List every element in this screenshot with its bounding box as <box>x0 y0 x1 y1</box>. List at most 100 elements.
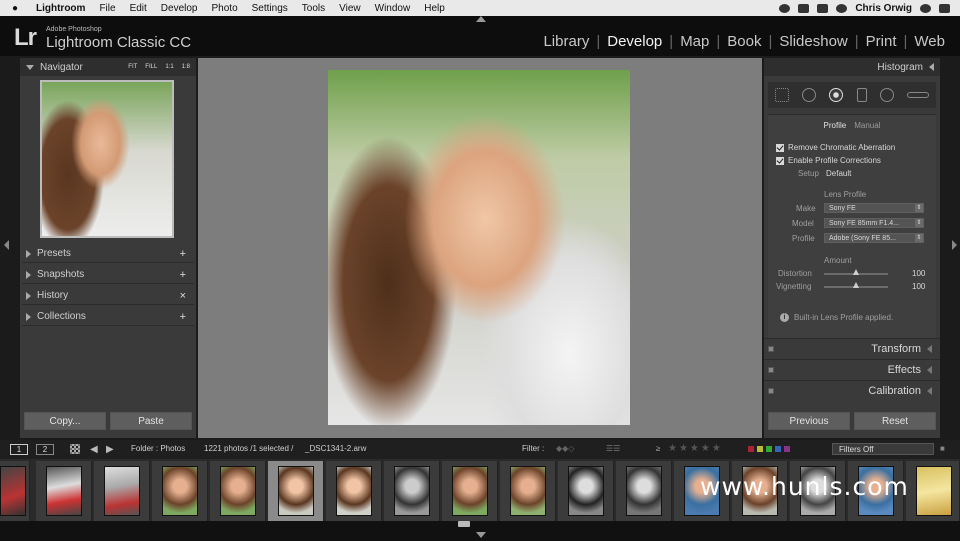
filter-lock-icon[interactable]: ■ <box>940 444 945 453</box>
selected-filename[interactable]: _DSC1341-2.arw <box>305 444 366 453</box>
notification-center-icon[interactable] <box>939 3 950 13</box>
zoom-fill[interactable]: FILL <box>145 58 157 76</box>
filmstrip-thumb[interactable] <box>0 461 30 521</box>
module-map[interactable]: Map <box>673 33 716 50</box>
filmstrip-thumb[interactable] <box>558 461 614 521</box>
remove-ca-checkbox[interactable]: Remove Chromatic Aberration <box>776 143 895 152</box>
module-book[interactable]: Book <box>720 33 768 50</box>
edit-filter-icon[interactable]: ☰☰ <box>606 444 620 453</box>
vignetting-value[interactable]: 100 <box>912 282 925 291</box>
rating-compare-icon[interactable]: ≥ <box>656 444 660 453</box>
filmstrip-thumb[interactable] <box>210 461 266 521</box>
color-label-purple[interactable] <box>784 446 790 452</box>
primary-window-button[interactable]: 1 <box>10 444 28 455</box>
filmstrip-resize-handle[interactable] <box>458 521 470 527</box>
crop-overlay-icon[interactable] <box>774 88 789 102</box>
menu-settings[interactable]: Settings <box>252 3 288 14</box>
copy-button[interactable]: Copy... <box>24 412 106 430</box>
panel-presets[interactable]: Presets + <box>22 245 194 263</box>
panel-collections[interactable]: Collections + <box>22 308 194 326</box>
menu-view[interactable]: View <box>339 3 361 14</box>
source-label[interactable]: Folder : Photos <box>131 444 185 453</box>
panel-switch-icon[interactable] <box>768 346 774 352</box>
filmstrip-thumb-selected[interactable] <box>268 461 324 521</box>
collapse-right-arrow-icon[interactable] <box>952 240 957 250</box>
app-menu[interactable]: Lightroom <box>36 3 85 14</box>
graduated-filter-icon[interactable] <box>856 88 867 102</box>
color-label-yellow[interactable] <box>757 446 763 452</box>
back-arrow-icon[interactable]: ◀ <box>90 444 98 455</box>
zoom-1-1[interactable]: 1:1 <box>165 58 173 76</box>
add-preset-icon[interactable]: + <box>180 248 186 260</box>
secondary-window-button[interactable]: 2 <box>36 444 54 455</box>
zoom-fit[interactable]: FIT <box>128 58 137 76</box>
collapse-bottom-arrow-icon[interactable] <box>476 532 486 538</box>
tab-profile[interactable]: Profile <box>824 121 847 130</box>
apple-icon[interactable]: ● <box>12 3 26 14</box>
filmstrip-thumb[interactable] <box>36 461 92 521</box>
filmstrip-thumb[interactable] <box>384 461 440 521</box>
paste-button[interactable]: Paste <box>110 412 192 430</box>
reset-button[interactable]: Reset <box>854 412 936 430</box>
user-name[interactable]: Chris Orwig <box>855 3 912 14</box>
grid-view-icon[interactable] <box>70 444 80 454</box>
vignetting-knob[interactable] <box>853 282 859 288</box>
previous-button[interactable]: Previous <box>768 412 850 430</box>
add-snapshot-icon[interactable]: + <box>180 269 186 281</box>
filmstrip-thumb[interactable] <box>616 461 672 521</box>
panel-calibration[interactable]: Calibration <box>764 380 940 400</box>
profile-select[interactable]: Adobe (Sony FE 85... ⇕ <box>824 233 924 243</box>
filmstrip-thumb[interactable] <box>442 461 498 521</box>
panel-transform[interactable]: Transform <box>764 338 940 358</box>
module-web[interactable]: Web <box>907 33 952 50</box>
panel-effects[interactable]: Effects <box>764 359 940 379</box>
menu-develop[interactable]: Develop <box>161 3 198 14</box>
menu-help[interactable]: Help <box>424 3 445 14</box>
module-slideshow[interactable]: Slideshow <box>772 33 854 50</box>
forward-arrow-icon[interactable]: ▶ <box>106 444 114 455</box>
main-photo[interactable] <box>328 70 630 425</box>
setup-select[interactable]: Default <box>826 169 851 178</box>
color-label-blue[interactable] <box>775 446 781 452</box>
color-label-red[interactable] <box>748 446 754 452</box>
navigator-preview[interactable] <box>40 80 174 238</box>
enable-profile-checkbox[interactable]: Enable Profile Corrections <box>776 156 881 165</box>
tab-manual[interactable]: Manual <box>854 121 880 130</box>
menu-tools[interactable]: Tools <box>302 3 325 14</box>
wifi-icon[interactable] <box>836 3 848 13</box>
distortion-value[interactable]: 100 <box>912 269 925 278</box>
menu-file[interactable]: File <box>99 3 115 14</box>
model-select[interactable]: Sony FE 85mm F1.4... ⇕ <box>824 218 924 228</box>
creative-cloud-icon[interactable] <box>779 3 791 13</box>
add-collection-icon[interactable]: + <box>180 311 186 323</box>
menu-photo[interactable]: Photo <box>212 3 238 14</box>
color-label-green[interactable] <box>766 446 772 452</box>
spotlight-search-icon[interactable] <box>920 3 931 13</box>
module-print[interactable]: Print <box>859 33 904 50</box>
module-develop[interactable]: Develop <box>600 33 669 50</box>
menu-edit[interactable]: Edit <box>130 3 147 14</box>
filmstrip-thumb[interactable] <box>326 461 382 521</box>
menu-window[interactable]: Window <box>375 3 411 14</box>
panel-snapshots[interactable]: Snapshots + <box>22 266 194 284</box>
zoom-1-8[interactable]: 1:8 <box>182 58 190 76</box>
module-library[interactable]: Library <box>536 33 596 50</box>
panel-history[interactable]: History × <box>22 287 194 305</box>
panel-switch-icon[interactable] <box>768 367 774 373</box>
navigator-header[interactable]: Navigator FIT FILL 1:1 1:8 <box>20 58 196 76</box>
spot-removal-icon[interactable] <box>801 88 816 102</box>
collapse-histogram-icon[interactable] <box>929 63 934 71</box>
collapse-left-arrow-icon[interactable] <box>4 240 9 250</box>
battery-icon[interactable] <box>817 3 829 13</box>
flag-filter-icon[interactable]: ◆◆◇ <box>556 444 574 453</box>
rating-filter-stars[interactable]: ★★★★★ <box>668 443 723 454</box>
make-select[interactable]: Sony FE ⇕ <box>824 203 924 213</box>
red-eye-icon[interactable] <box>829 88 844 102</box>
distortion-knob[interactable] <box>853 269 859 275</box>
filmstrip-thumb[interactable] <box>500 461 556 521</box>
clear-history-icon[interactable]: × <box>180 290 186 302</box>
filmstrip-thumb[interactable] <box>94 461 150 521</box>
histogram-header[interactable]: Histogram <box>764 58 940 76</box>
filters-select[interactable]: Filters Off <box>832 443 934 455</box>
collapse-top-arrow-icon[interactable] <box>476 16 486 22</box>
